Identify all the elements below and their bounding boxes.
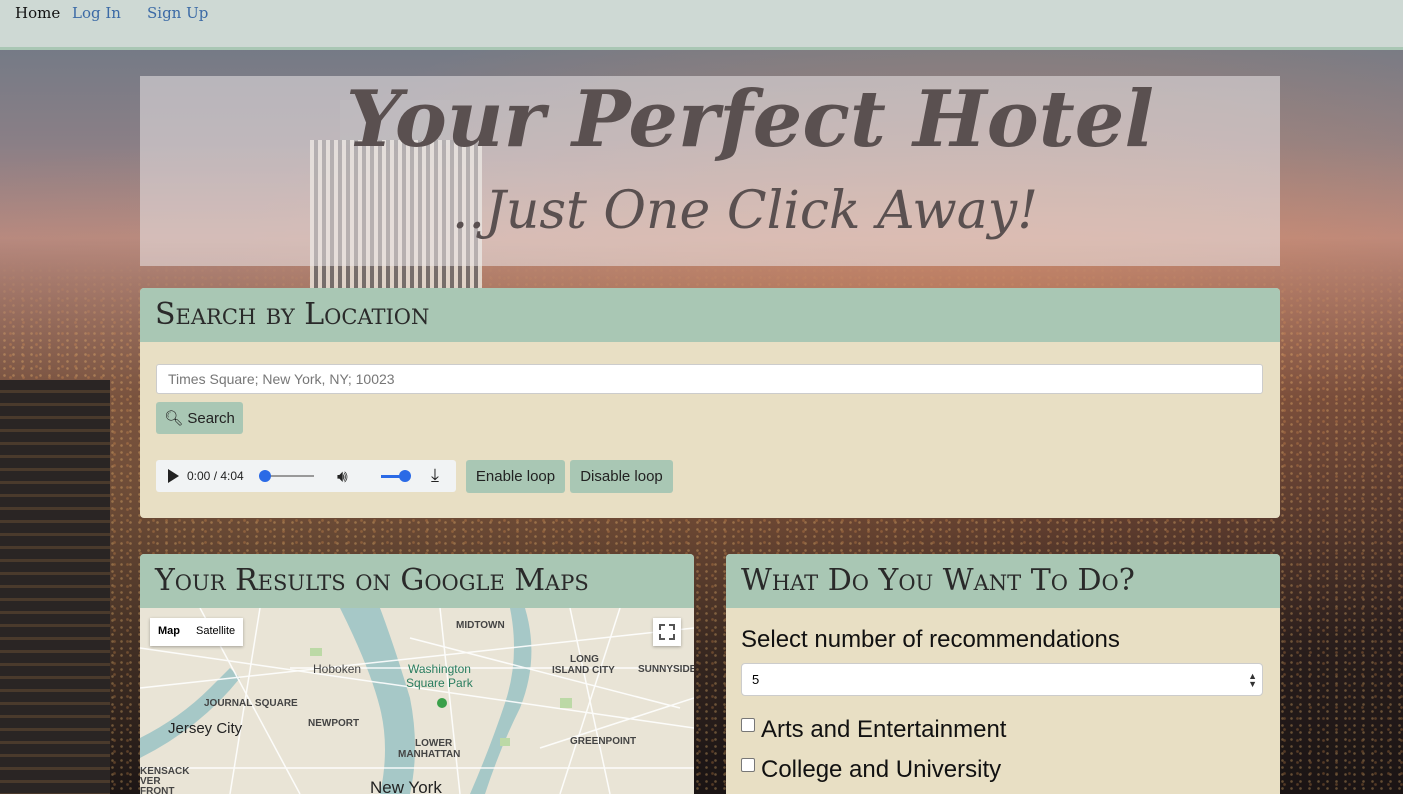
maps-panel: Your Results on Google Maps MIDTOWN Hobo… <box>140 554 694 794</box>
map-label-island-city: ISLAND CITY <box>552 665 615 676</box>
map-type-satellite-button[interactable]: Satellite <box>188 618 243 646</box>
arts-entertainment-checkbox[interactable] <box>741 718 755 732</box>
map-label-sunnyside: SUNNYSIDE <box>638 664 694 675</box>
background-building <box>0 380 110 794</box>
navbar: Home Log In Sign Up <box>0 0 1403 50</box>
disable-loop-button[interactable]: Disable loop <box>570 460 673 493</box>
map-type-map-button[interactable]: Map <box>150 618 188 646</box>
recommendations-select-value: 5 <box>752 672 760 687</box>
activities-heading: What Do You Want To Do? <box>726 554 1280 608</box>
map-label-new-york: New York <box>370 778 442 794</box>
nav-home-link[interactable]: Home <box>15 4 60 22</box>
enable-loop-button[interactable]: Enable loop <box>466 460 565 493</box>
fullscreen-button[interactable] <box>653 618 681 646</box>
google-map[interactable]: MIDTOWN Hoboken Washington Square Park L… <box>140 608 694 794</box>
search-icon: 🔍︎ <box>164 410 184 427</box>
recommendations-label: Select number of recommendations <box>741 626 1120 653</box>
audio-progress-knob[interactable] <box>259 470 271 482</box>
volume-icon[interactable]: 🔊︎ <box>337 467 348 487</box>
search-panel: Search by Location 🔍︎ Search 0:00 / 4:04… <box>140 288 1280 518</box>
map-label-jersey-city: Jersey City <box>168 720 243 737</box>
recommendations-select[interactable]: 5 ▲ ▼ <box>741 663 1263 696</box>
map-label-newport: NEWPORT <box>308 718 360 729</box>
category-label: College and University <box>761 756 1002 783</box>
college-university-checkbox[interactable] <box>741 758 755 772</box>
category-label: Arts and Entertainment <box>761 716 1007 743</box>
maps-heading: Your Results on Google Maps <box>140 554 694 608</box>
fullscreen-icon <box>659 624 675 640</box>
nav-signup-link[interactable]: Sign Up <box>147 4 208 22</box>
select-arrows-icon: ▲ ▼ <box>1248 671 1257 689</box>
audio-player: 0:00 / 4:04 🔊︎ ⤓ <box>156 460 456 492</box>
volume-knob[interactable] <box>399 470 411 482</box>
map-label-hoboken: Hoboken <box>313 662 362 676</box>
map-label-long: LONG <box>570 654 599 665</box>
search-heading: Search by Location <box>140 288 1280 342</box>
category-row: Arts and Entertainment <box>741 716 1006 744</box>
map-label-journal-square: JOURNAL SQUARE <box>204 698 298 709</box>
map-label-front: FRONT <box>140 786 175 794</box>
search-button-label: Search <box>187 410 235 427</box>
map-label-lower: LOWER <box>415 738 453 749</box>
map-label-manhattan: MANHATTAN <box>398 749 461 760</box>
download-icon[interactable]: ⤓ <box>431 465 439 486</box>
nav-login-link[interactable]: Log In <box>72 4 121 22</box>
search-button[interactable]: 🔍︎ Search <box>156 402 243 434</box>
map-label-midtown: MIDTOWN <box>456 620 505 631</box>
hero-banner: Your Perfect Hotel ..Just One Click Away… <box>140 76 1280 266</box>
audio-time: 0:00 / 4:04 <box>187 469 244 483</box>
hero-title: Your Perfect Hotel <box>345 74 1155 165</box>
location-search-input[interactable] <box>156 364 1263 394</box>
hero-subtitle: ..Just One Click Away! <box>451 181 1039 241</box>
map-label-greenpoint: GREENPOINT <box>570 736 637 747</box>
map-label-washington: Washington <box>408 662 471 676</box>
play-icon[interactable] <box>168 469 179 483</box>
category-row: College and University <box>741 756 1001 784</box>
map-label-square-park: Square Park <box>406 676 473 690</box>
activities-panel: What Do You Want To Do? Select number of… <box>726 554 1280 794</box>
map-type-toggle: Map Satellite <box>150 618 244 646</box>
